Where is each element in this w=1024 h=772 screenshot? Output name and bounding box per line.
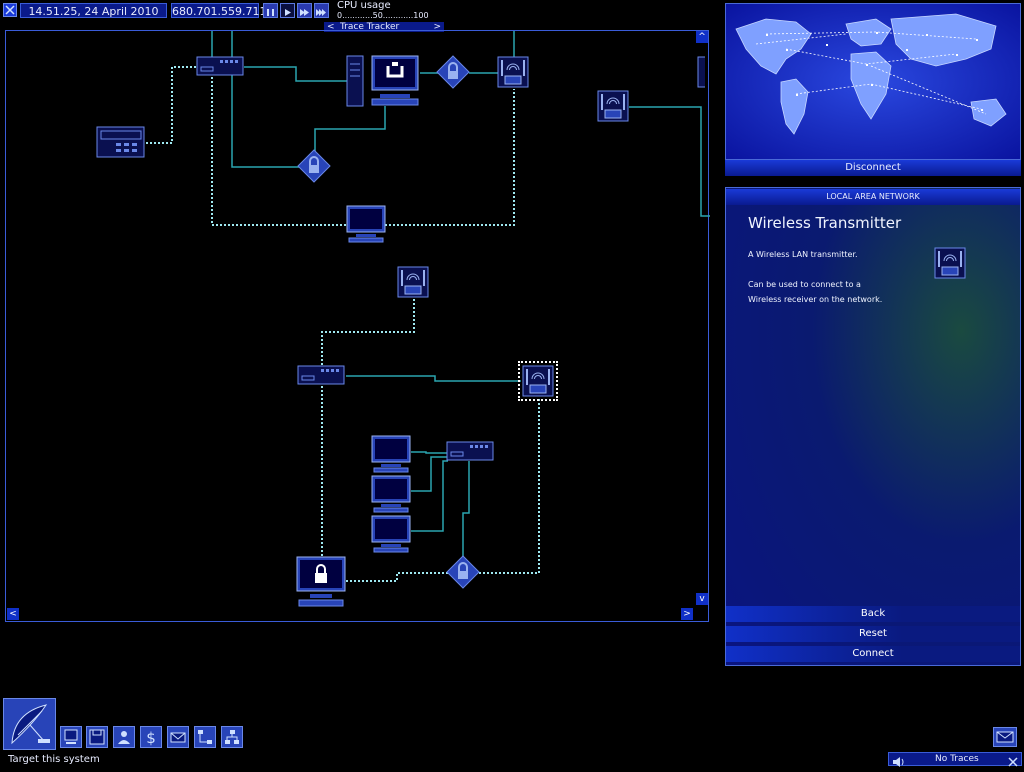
lan-button[interactable] (221, 726, 243, 748)
computer-node-3[interactable] (371, 515, 411, 557)
people-icon (118, 731, 130, 744)
phone-icon (96, 126, 145, 158)
wireless-transmitter-icon (597, 90, 629, 122)
computer-node-1[interactable] (371, 435, 411, 477)
finance-button[interactable]: $ (140, 726, 162, 748)
play-icon (285, 9, 291, 16)
wireless-node-selected[interactable] (518, 361, 558, 401)
modem-node[interactable] (96, 126, 146, 162)
fast-forward-icon (300, 9, 309, 16)
computer-node-center[interactable] (346, 205, 386, 247)
mail-icon (996, 731, 1014, 743)
traces-bar: No Traces (888, 752, 1022, 767)
disconnect-button[interactable]: Disconnect (725, 160, 1021, 176)
info-panel: LOCAL AREA NETWORK Wireless Transmitter … (725, 187, 1021, 666)
save-button[interactable] (86, 726, 108, 748)
scroll-left-button[interactable]: < (7, 608, 19, 620)
info-panel-title: Wireless Transmitter (748, 214, 902, 232)
sound-toggle[interactable] (891, 753, 907, 772)
play-button[interactable] (280, 3, 295, 18)
dollar-icon: $ (146, 729, 156, 747)
world-map[interactable] (725, 3, 1021, 160)
scroll-up-button[interactable]: ^ (696, 31, 708, 43)
wireless-node-top[interactable] (497, 56, 529, 92)
router-icon (196, 56, 244, 76)
server-icon (346, 55, 419, 107)
lock-icon (297, 149, 331, 183)
floppy-disk-icon (89, 729, 105, 745)
svg-text:$: $ (146, 729, 156, 747)
world-map-graphic (726, 4, 1020, 159)
locked-computer-node[interactable] (296, 556, 346, 612)
info-panel-line1: A Wireless LAN transmitter. (748, 250, 858, 259)
router-node-lower[interactable] (446, 441, 494, 465)
computer-icon (64, 729, 78, 744)
router-icon (297, 365, 345, 385)
status-text: Target this system (8, 754, 100, 765)
people-button[interactable] (113, 726, 135, 748)
email-button[interactable] (167, 726, 189, 748)
mail-icon (170, 732, 186, 743)
network-icon (198, 730, 212, 744)
ip-address-display: 680.701.559.711 (171, 3, 267, 18)
speaker-icon (893, 757, 904, 767)
fastest-icon (316, 9, 326, 16)
info-panel-line3: Wireless receiver on the network. (748, 295, 883, 304)
cpu-usage-label: CPU usage (337, 0, 391, 11)
router-icon (446, 441, 494, 461)
router-node-middle[interactable] (297, 365, 345, 389)
wireless-node-right[interactable] (597, 90, 629, 126)
computer-icon (371, 515, 411, 553)
reset-button[interactable]: Reset (726, 626, 1020, 642)
back-button[interactable]: Back (726, 606, 1020, 622)
computer-icon (371, 435, 411, 473)
close-icon (5, 5, 15, 15)
lock-icon (436, 55, 470, 89)
close-icon (1008, 757, 1018, 767)
network-button[interactable] (194, 726, 216, 748)
connect-button[interactable]: Connect (726, 646, 1020, 662)
fastest-button[interactable] (314, 3, 329, 18)
wireless-transmitter-icon (497, 56, 529, 88)
computer-icon (346, 205, 386, 243)
close-button[interactable] (3, 3, 17, 17)
lock-node-lower[interactable] (446, 555, 480, 593)
mainframe-node[interactable] (346, 54, 420, 112)
wireless-transmitter-icon (934, 247, 966, 279)
edge-node[interactable] (697, 56, 705, 88)
main-menu-button[interactable] (3, 698, 56, 750)
lan-icon (225, 730, 239, 744)
info-panel-line2: Can be used to connect to a (748, 280, 861, 289)
wireless-node-middle[interactable] (397, 266, 429, 302)
info-panel-device-icon (934, 247, 966, 283)
wireless-transmitter-icon (397, 266, 429, 298)
lock-icon (446, 555, 480, 589)
pause-icon (267, 9, 274, 16)
wireless-transmitter-icon (697, 56, 705, 88)
router-node[interactable] (196, 56, 244, 80)
wireless-transmitter-icon (522, 365, 554, 397)
scroll-down-button[interactable]: v (696, 593, 708, 605)
date-time-display: 14.51.25, 24 April 2010 (20, 3, 167, 18)
info-panel-header: LOCAL AREA NETWORK (726, 189, 1020, 205)
mail-notification-button[interactable] (993, 727, 1017, 747)
traces-label: No Traces (935, 754, 979, 764)
computer-node-2[interactable] (371, 475, 411, 517)
fast-forward-button[interactable] (297, 3, 312, 18)
computer-icon (371, 475, 411, 513)
scroll-right-button[interactable]: > (681, 608, 693, 620)
computer-button[interactable] (60, 726, 82, 748)
lock-icon (296, 556, 346, 607)
lock-node-top[interactable] (436, 55, 470, 93)
cpu-usage-scale: 0............50............100 (337, 11, 429, 20)
satellite-dish-icon (11, 704, 50, 745)
pause-button[interactable] (263, 3, 278, 18)
traces-close-button[interactable] (1007, 753, 1019, 772)
lock-node-middle[interactable] (297, 149, 331, 187)
